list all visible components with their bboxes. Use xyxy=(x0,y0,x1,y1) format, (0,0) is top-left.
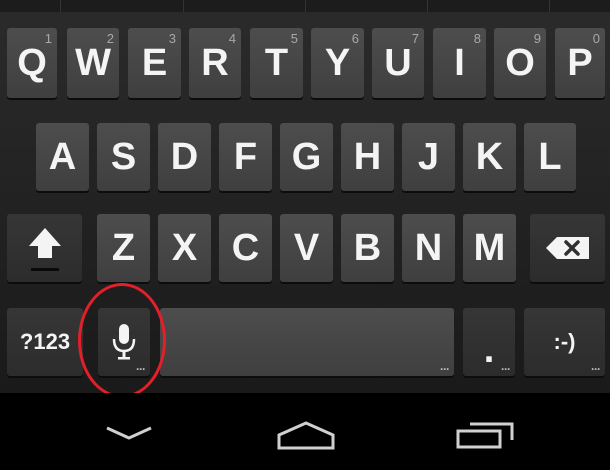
key-hint: 9 xyxy=(533,31,541,46)
key-k[interactable]: K xyxy=(463,123,516,191)
highlight-circle xyxy=(78,283,166,398)
key-p[interactable]: P 0 xyxy=(555,28,605,98)
key-b[interactable]: B xyxy=(341,214,394,282)
key-q[interactable]: Q 1 xyxy=(7,28,57,98)
key-label: R xyxy=(201,41,229,84)
key-label: D xyxy=(170,135,199,178)
more-keys-indicator: ··· xyxy=(591,362,601,376)
key-a[interactable]: A xyxy=(36,123,89,191)
symbols-label: ?123 xyxy=(19,329,71,354)
key-v[interactable]: V xyxy=(280,214,333,282)
key-f[interactable]: F xyxy=(219,123,272,191)
key-label: C xyxy=(231,226,260,269)
key-t[interactable]: T 5 xyxy=(250,28,303,98)
key-u[interactable]: U 7 xyxy=(372,28,424,98)
more-keys-indicator: ··· xyxy=(501,362,511,376)
key-hint: 2 xyxy=(106,31,114,46)
emoticon-key[interactable]: :-) ··· xyxy=(524,308,605,376)
key-hint: 6 xyxy=(351,31,359,46)
key-x[interactable]: X xyxy=(158,214,211,282)
key-label: M xyxy=(473,226,506,269)
key-j[interactable]: J xyxy=(402,123,455,191)
key-h[interactable]: H xyxy=(341,123,394,191)
period-key[interactable]: . ··· xyxy=(463,308,515,376)
key-n[interactable]: N xyxy=(402,214,455,282)
key-label: O xyxy=(505,41,535,84)
key-label: N xyxy=(414,226,443,269)
key-w[interactable]: W 2 xyxy=(67,28,119,98)
backspace-key[interactable] xyxy=(530,214,605,282)
key-g[interactable]: G xyxy=(280,123,333,191)
shift-arrow-up-icon xyxy=(28,228,61,271)
recent-apps-icon[interactable] xyxy=(455,420,517,450)
key-l[interactable]: L xyxy=(524,123,576,191)
key-label: J xyxy=(417,135,440,178)
key-label: X xyxy=(171,226,198,269)
key-hint: 7 xyxy=(411,31,419,46)
key-hint: 1 xyxy=(44,31,52,46)
key-label: W xyxy=(75,41,111,84)
key-s[interactable]: S xyxy=(97,123,150,191)
key-label: U xyxy=(384,41,412,84)
back-chevron-icon[interactable] xyxy=(103,420,155,446)
key-label: Q xyxy=(17,41,47,84)
key-label: Y xyxy=(324,41,351,84)
key-label: K xyxy=(475,135,504,178)
key-label: T xyxy=(264,41,289,84)
key-hint: 8 xyxy=(473,31,481,46)
key-d[interactable]: D xyxy=(158,123,211,191)
key-c[interactable]: C xyxy=(219,214,272,282)
emoticon-label: :-) xyxy=(553,329,576,354)
shift-key[interactable] xyxy=(7,214,82,282)
key-o[interactable]: O 9 xyxy=(494,28,546,98)
key-z[interactable]: Z xyxy=(97,214,150,282)
key-label: G xyxy=(291,135,322,178)
key-label: P xyxy=(567,41,593,84)
key-hint: 4 xyxy=(228,31,236,46)
key-r[interactable]: R 4 xyxy=(189,28,241,98)
key-label: S xyxy=(110,135,137,178)
key-y[interactable]: Y 6 xyxy=(311,28,364,98)
key-label: A xyxy=(48,135,77,178)
space-key[interactable]: ··· xyxy=(160,308,454,376)
key-i[interactable]: I 8 xyxy=(433,28,486,98)
key-label: V xyxy=(293,226,320,269)
symbols-key[interactable]: ?123 xyxy=(7,308,83,376)
suggestion-strip xyxy=(0,0,610,12)
key-e[interactable]: E 3 xyxy=(128,28,181,98)
backspace-icon xyxy=(545,237,589,259)
more-keys-indicator: ··· xyxy=(440,362,450,376)
key-label: H xyxy=(353,135,382,178)
key-hint: 5 xyxy=(290,31,298,46)
period-label: . xyxy=(483,328,495,371)
key-label: F xyxy=(233,135,258,178)
key-label: B xyxy=(353,226,382,269)
key-hint: 3 xyxy=(168,31,176,46)
key-label: E xyxy=(141,41,168,84)
key-label: L xyxy=(538,135,562,178)
key-label: Z xyxy=(111,226,136,269)
key-label: I xyxy=(454,41,465,84)
home-icon[interactable] xyxy=(276,420,336,450)
key-m[interactable]: M xyxy=(463,214,516,282)
key-hint: 0 xyxy=(592,31,600,46)
